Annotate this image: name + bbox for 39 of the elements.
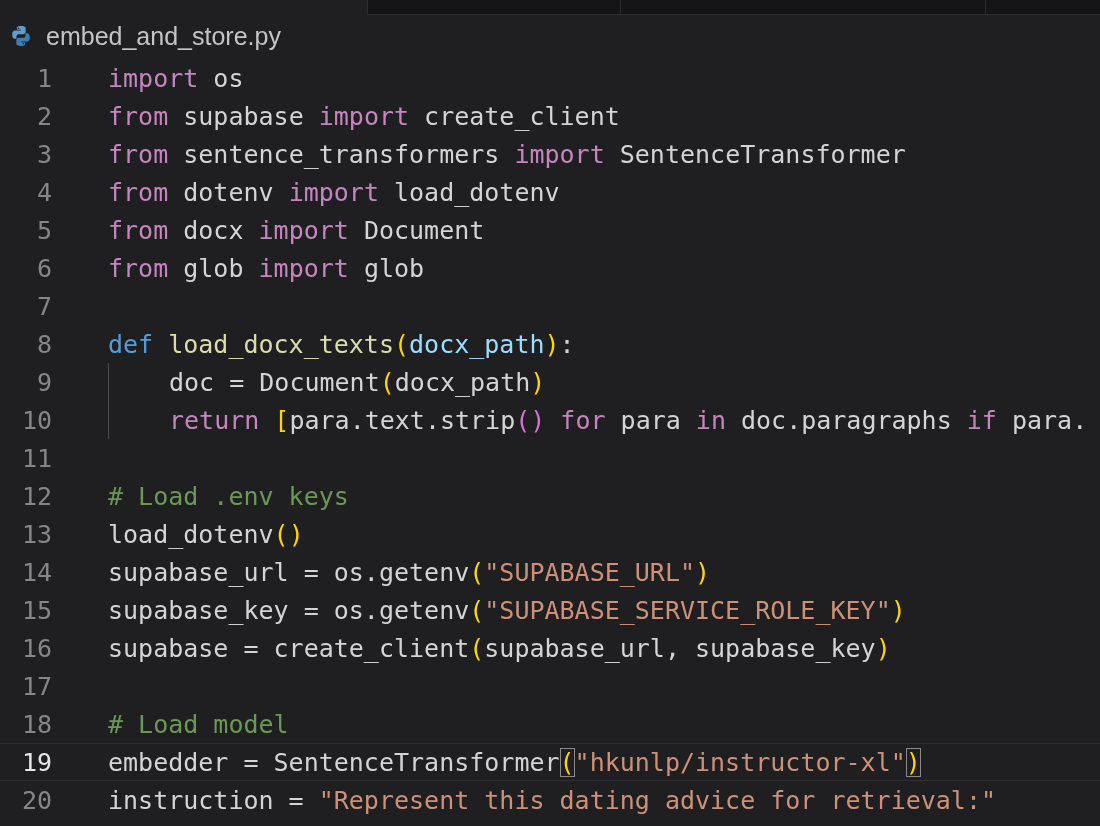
code-line: from sentence_transformers import SentenceTransformer: [108, 139, 906, 169]
line-number: 9: [35, 367, 52, 397]
code-line: from glob import glob: [108, 253, 425, 283]
code-line: import os: [108, 63, 244, 93]
line-number: 19: [20, 747, 52, 777]
editor-tab[interactable]: embed_and_store.py: [0, 14, 291, 58]
code-comment: # Load model: [108, 709, 289, 739]
code-line: from docx import Document: [108, 215, 485, 245]
line-number: 4: [35, 177, 52, 207]
line-number: 2: [35, 101, 52, 131]
code-line: return [para.text.strip() for para in doc.paragraphs if para.: [169, 405, 1088, 435]
code-comment: # Load .env keys: [108, 481, 349, 511]
line-number: 7: [35, 291, 52, 321]
line-number: 14: [20, 557, 52, 587]
line-number: 20: [20, 785, 52, 815]
line-number: 8: [35, 329, 52, 359]
code-line: supabase = create_client(supabase_url, supabase_key): [108, 633, 891, 663]
line-number: 1: [35, 63, 52, 93]
code-line: doc = Document(docx_path): [169, 367, 546, 397]
line-number: 18: [20, 709, 52, 739]
line-number: 10: [20, 405, 52, 435]
line-number: 17: [20, 671, 52, 701]
line-number: 11: [20, 443, 52, 473]
code-line: instruction = "Represent this dating advice for retrieval:": [108, 785, 997, 815]
code-line: load_dotenv(): [108, 519, 304, 549]
code-line: def load_docx_texts(docx_path):: [108, 329, 575, 359]
line-number: 15: [20, 595, 52, 625]
python-icon: [10, 25, 32, 47]
line-number: 6: [35, 253, 52, 283]
line-number: 16: [20, 633, 52, 663]
line-number: 3: [35, 139, 52, 169]
code-line: embedder = SentenceTransformer("hkunlp/instructor-xl"): [108, 747, 921, 777]
code-line: supabase_url = os.getenv("SUPABASE_URL"): [108, 557, 711, 587]
line-number: 13: [20, 519, 52, 549]
line-number: 12: [20, 481, 52, 511]
code-line: from supabase import create_client: [108, 101, 620, 131]
line-number: 5: [35, 215, 52, 245]
code-line: from dotenv import load_dotenv: [108, 177, 560, 207]
code-line: supabase_key = os.getenv("SUPABASE_SERVICE_ROLE_KEY"): [108, 595, 906, 625]
